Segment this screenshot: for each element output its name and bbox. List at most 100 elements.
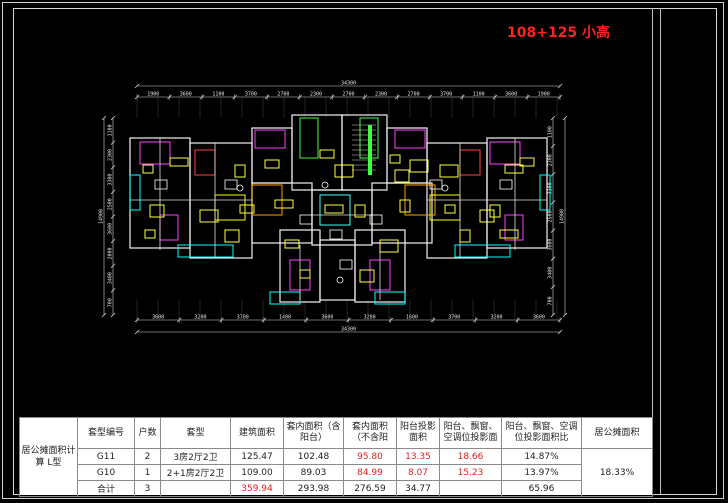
furniture — [224, 179, 238, 190]
area-calculation-table: 居公摊面积计算 L型 套型编号 户数 套型 建筑面积 套内面积（含阳台） 套内面… — [19, 417, 653, 497]
dimension-label: 3600 — [548, 239, 554, 251]
dimension-label: 1100 — [108, 124, 114, 136]
dimension-label: 2500 — [108, 198, 114, 210]
furniture — [264, 159, 280, 169]
dimension-label: 700 — [108, 298, 114, 307]
dimension-label: 2300 — [310, 92, 322, 98]
dimension-label: 1100 — [212, 92, 224, 98]
cell-code: G11 — [77, 448, 135, 465]
wall — [251, 127, 293, 184]
wall — [139, 141, 171, 165]
furniture — [329, 229, 343, 240]
furniture — [359, 269, 375, 283]
wall — [394, 129, 426, 149]
area-table: 居公摊面积计算 L型 套型编号 户数 套型 建筑面积 套内面积（含阳台） 套内面… — [19, 417, 653, 497]
dimension-label: 1900 — [147, 92, 159, 98]
dimension-label: 3700 — [440, 92, 452, 98]
header-gross: 建筑面积 — [230, 417, 284, 449]
furniture — [234, 164, 246, 178]
furniture — [489, 204, 501, 218]
dimension-label: 3700 — [237, 315, 249, 321]
stair-rail — [368, 125, 372, 175]
wall — [426, 142, 488, 259]
cell-inner-with: 102.48 — [283, 448, 344, 465]
furniture — [379, 239, 399, 253]
furniture — [444, 204, 456, 214]
dimension-label: 2500 — [548, 210, 554, 222]
furniture — [142, 164, 154, 174]
dimension-label: 2700 — [277, 92, 289, 98]
header-code: 套型编号 — [77, 417, 135, 449]
dimension-label: 3200 — [364, 315, 376, 321]
dimension-label: 2300 — [375, 92, 387, 98]
dimension-label: 34300 — [341, 81, 356, 87]
axis-marker — [321, 181, 329, 189]
cell-code: G10 — [77, 464, 135, 481]
dimension-label: 3600 — [180, 92, 192, 98]
dimension-label: 3400 — [548, 267, 554, 279]
dimension-label: 3200 — [491, 315, 503, 321]
dimension-label: 3400 — [108, 272, 114, 284]
wall — [299, 117, 319, 159]
cell-total-projection — [439, 480, 502, 497]
cell-total-label: 合计 — [77, 480, 135, 497]
wall — [189, 142, 253, 259]
dimension-label: 1600 — [406, 315, 418, 321]
dimension-label: 1900 — [538, 92, 550, 98]
furniture — [459, 229, 471, 243]
cell-households: 2 — [134, 448, 161, 465]
cell-balcony: 13.35 — [396, 448, 440, 465]
dimension-label: 3600 — [505, 92, 517, 98]
furniture — [319, 149, 335, 159]
dimension-label: 3200 — [194, 315, 206, 321]
dimension-label: 14900 — [99, 209, 105, 224]
header-ratio: 阳台、飘窗、空调位投影面积比 — [501, 417, 582, 449]
axis-marker — [336, 276, 344, 284]
wall — [486, 137, 548, 249]
dimension-label: 3600 — [321, 315, 333, 321]
cell-projection: 15.23 — [439, 464, 502, 481]
cell-gross: 125.47 — [230, 448, 284, 465]
header-balcony: 阳台投影面积 — [396, 417, 440, 449]
furniture — [274, 199, 294, 209]
dimension-label: 1400 — [279, 315, 291, 321]
dimension-label: 1100 — [548, 126, 554, 138]
header-inner-without: 套内面积（不含阳 — [343, 417, 397, 449]
furniture — [224, 229, 240, 243]
cell-total-ratio: 65.96 — [501, 480, 582, 497]
cell-total-type — [160, 480, 231, 497]
dimension-label: 2300 — [108, 149, 114, 161]
furniture — [439, 164, 459, 178]
wall — [254, 129, 286, 149]
dimension-label: 14900 — [560, 209, 566, 224]
cell-households: 1 — [134, 464, 161, 481]
cell-ratio: 13.97% — [501, 464, 582, 481]
header-households: 户数 — [134, 417, 161, 449]
wall — [504, 214, 524, 241]
dimension-label: 2700 — [408, 92, 420, 98]
cell-total-gross: 359.94 — [230, 480, 284, 497]
dimension-label: 3300 — [108, 174, 114, 186]
cell-total-balcony: 34.77 — [396, 480, 440, 497]
furniture — [334, 164, 354, 178]
cell-ratio: 14.87% — [501, 448, 582, 465]
cell-balcony: 8.07 — [396, 464, 440, 481]
dimension-label: 3600 — [108, 223, 114, 235]
header-inner-with: 套内面积（含阳台） — [283, 417, 344, 449]
furniture — [284, 239, 300, 249]
dimension-label: 3700 — [245, 92, 257, 98]
furniture — [409, 159, 429, 173]
furniture — [299, 214, 313, 225]
wall — [194, 149, 216, 176]
table-row: G10 1 2+1房2厅2卫 109.00 89.03 84.99 8.07 1… — [20, 464, 653, 481]
table-row-label: 居公摊面积计算 L型 — [19, 417, 78, 497]
furniture — [144, 229, 156, 239]
dimension-label: 2700 — [342, 92, 354, 98]
furniture — [154, 179, 168, 190]
header-type: 套型 — [160, 417, 231, 449]
header-shared: 居公摊面积 — [581, 417, 653, 449]
cell-total-inner-with: 293.98 — [283, 480, 344, 497]
dimension-label: 2300 — [548, 154, 554, 166]
furniture — [389, 154, 401, 164]
dimension-label: 700 — [548, 296, 554, 305]
